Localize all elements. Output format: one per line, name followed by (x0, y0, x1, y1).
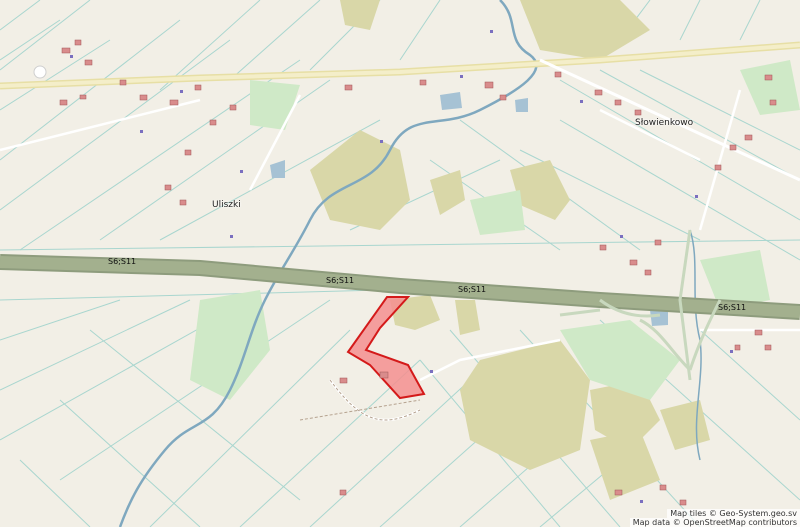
attribution-tiles[interactable]: Map tiles © Geo-System.geo.sv (667, 509, 800, 518)
parcel-building (379, 371, 389, 379)
road-label-1: S6;S11 (108, 257, 137, 266)
place-label-uliszki: Uliszki (212, 200, 241, 210)
meadow-areas (190, 60, 800, 400)
attribution-data[interactable]: Map data © OpenStreetMap contributors (629, 518, 800, 527)
map-view[interactable]: Słowienkowo Uliszki S6;S11 S6;S11 S6;S11… (0, 0, 800, 527)
road-label-2: S6;S11 (326, 276, 355, 285)
road-label-4: S6;S11 (718, 303, 747, 312)
place-label-slowienkowo: Słowienkowo (635, 118, 694, 128)
road-label-3: S6;S11 (458, 285, 487, 294)
